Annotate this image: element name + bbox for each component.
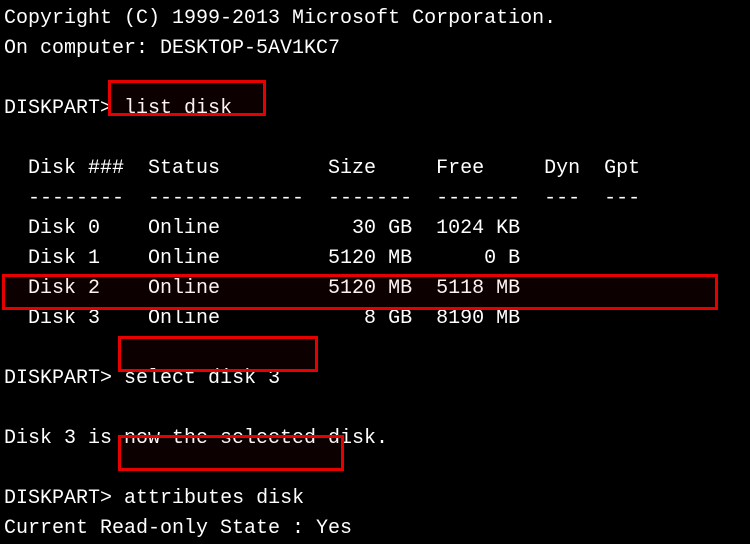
- table-header: Disk ### Status Size Free Dyn Gpt: [4, 154, 746, 184]
- command-list-disk: list disk: [124, 97, 232, 120]
- prompt-line-3[interactable]: DISKPART> attributes disk: [4, 484, 746, 514]
- table-row: Disk 3 Online 8 GB 8190 MB: [4, 304, 746, 334]
- prompt-line-1[interactable]: DISKPART> list disk: [4, 94, 746, 124]
- computer-line: On computer: DESKTOP-5AV1KC7: [4, 34, 746, 64]
- blank-line: [4, 64, 746, 94]
- table-separator: -------- ------------- ------- ------- -…: [4, 184, 746, 214]
- selected-message: Disk 3 is now the selected disk.: [4, 424, 746, 454]
- blank-line: [4, 394, 746, 424]
- blank-line: [4, 454, 746, 484]
- diskpart-prompt: DISKPART>: [4, 97, 112, 120]
- diskpart-prompt: DISKPART>: [4, 367, 112, 390]
- command-attributes-disk: attributes disk: [124, 487, 304, 510]
- command-select-disk: select disk 3: [124, 367, 280, 390]
- table-row: Disk 2 Online 5120 MB 5118 MB: [4, 274, 746, 304]
- table-row: Disk 0 Online 30 GB 1024 KB: [4, 214, 746, 244]
- diskpart-prompt: DISKPART>: [4, 487, 112, 510]
- blank-line: [4, 124, 746, 154]
- prompt-line-2[interactable]: DISKPART> select disk 3: [4, 364, 746, 394]
- copyright-line: Copyright (C) 1999-2013 Microsoft Corpor…: [4, 4, 746, 34]
- blank-line: [4, 334, 746, 364]
- table-row: Disk 1 Online 5120 MB 0 B: [4, 244, 746, 274]
- readonly-state-line: Current Read-only State : Yes: [4, 514, 746, 544]
